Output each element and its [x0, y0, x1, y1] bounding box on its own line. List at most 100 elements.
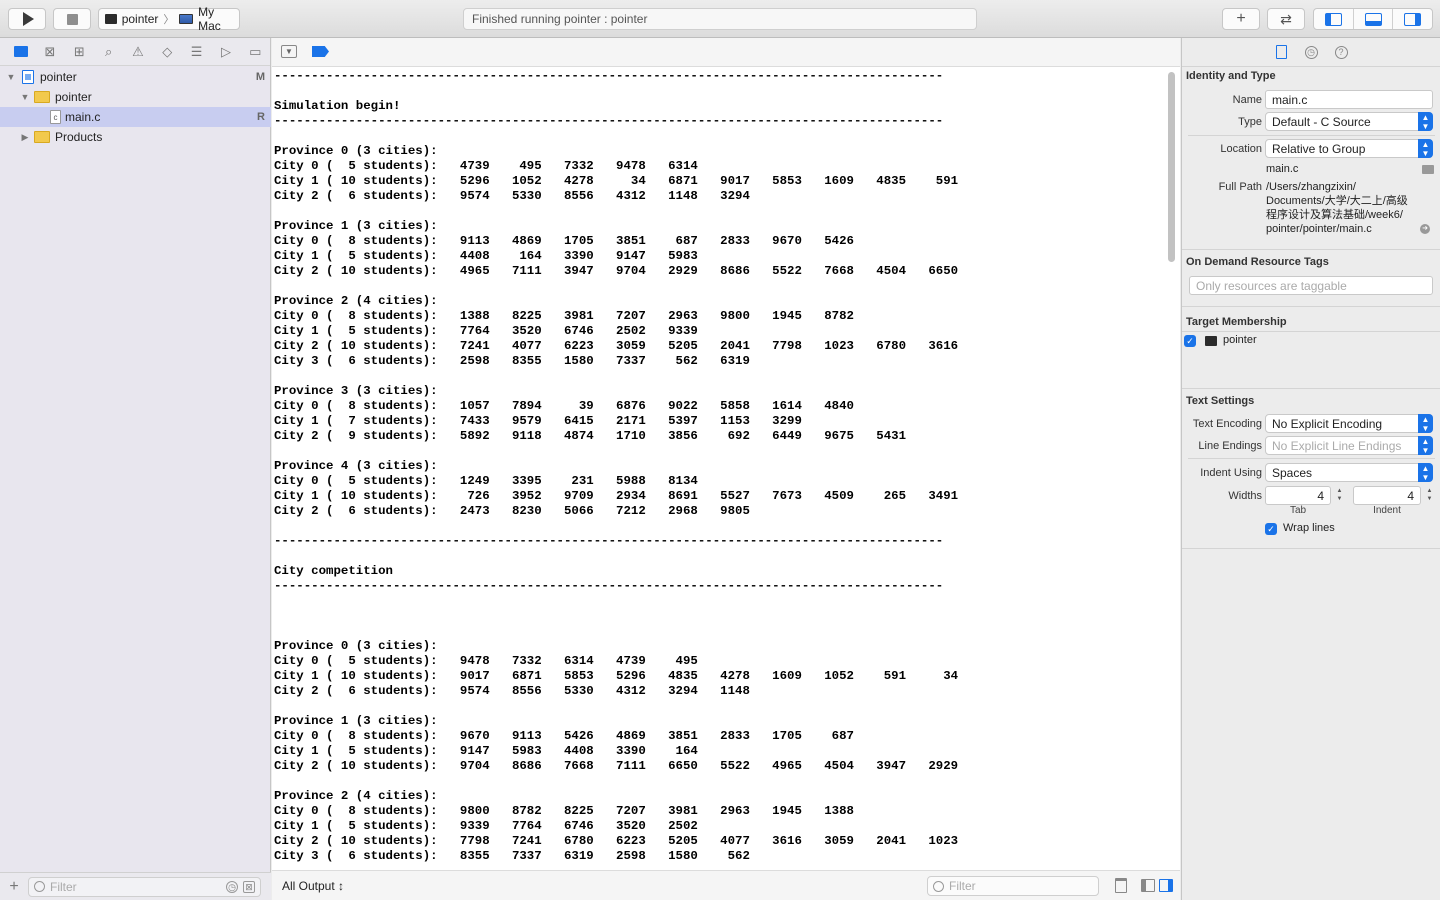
filter-placeholder: Filter — [949, 879, 976, 893]
console-header: ▼ — [272, 38, 1180, 67]
code-review-button[interactable]: ⇄ — [1267, 8, 1305, 30]
tab-breakpoints[interactable]: ▷ — [211, 38, 240, 66]
popup-arrows-icon: ▲ ▼ — [1418, 463, 1433, 482]
tab-width-stepper[interactable]: ▲ ▼ — [1335, 487, 1344, 504]
tree-item-label: pointer — [55, 90, 92, 104]
disclosure-open-icon[interactable]: ▼ — [20, 92, 30, 102]
tree-item-file[interactable]: c main.c R — [0, 107, 271, 127]
terminal-icon — [1205, 336, 1217, 346]
scroll-thumb[interactable] — [1168, 72, 1175, 262]
location-label: Location — [1220, 143, 1262, 155]
fullpath-line: Documents/大学/大二上/高级 — [1266, 195, 1408, 207]
folder-icon[interactable] — [1422, 165, 1434, 174]
console-line: City 1 ( 10 students): 5296 1052 4278 34… — [274, 174, 959, 188]
tab-debug[interactable]: ☰ — [182, 38, 211, 66]
toggle-navigator-button[interactable] — [1314, 9, 1354, 29]
tree-item-project[interactable]: ▼ pointer M — [0, 67, 271, 87]
console-line: City 0 ( 5 students): 4739 495 7332 9478… — [274, 159, 698, 173]
console-output[interactable]: ----------------------------------------… — [274, 68, 1164, 869]
target-checkbox[interactable]: ✓ — [1184, 335, 1196, 347]
indent-width-stepper[interactable]: ▲ ▼ — [1425, 487, 1434, 504]
divider — [1182, 249, 1440, 250]
console-line: City 1 ( 5 students): 4408 164 3390 9147… — [274, 249, 698, 263]
console-line: City 0 ( 8 students): 9670 9113 5426 486… — [274, 729, 854, 743]
activity-viewer: Finished running pointer : pointer — [463, 8, 977, 30]
tab-history-inspector[interactable]: ◷ — [1303, 44, 1319, 60]
fullpath-line: 程序设计及算法基础/week6/ — [1266, 209, 1403, 221]
tab-tests[interactable]: ◇ — [153, 38, 182, 66]
toggle-debug-area-button[interactable] — [1354, 9, 1394, 29]
tab-report[interactable]: ▭ — [241, 38, 270, 66]
console-line: City 2 ( 6 students): 9574 5330 8556 431… — [274, 189, 750, 203]
console-line: Province 1 (3 cities): — [274, 219, 438, 233]
tree-item-group[interactable]: ▼ pointer — [0, 87, 271, 107]
fullpath-value: /Users/zhangzixin/ Documents/大学/大二上/高级 程… — [1266, 180, 1408, 236]
plus-icon: + — [1236, 10, 1246, 27]
output-filter-select[interactable]: All Output ↕ — [282, 879, 344, 893]
navigator-filter-input[interactable]: Filter ◷ ⊠ — [28, 876, 261, 897]
tab-project[interactable] — [6, 38, 35, 66]
tree-item-products[interactable]: ▶ Products — [0, 127, 271, 147]
popup-arrows-icon: ▲ ▼ — [1418, 112, 1433, 131]
type-popup[interactable]: Default - C Source ▲ ▼ — [1265, 112, 1433, 131]
tab-symbols[interactable]: ⊞ — [65, 38, 94, 66]
line-endings-popup[interactable]: No Explicit Line Endings ▲ ▼ — [1265, 436, 1433, 455]
clock-icon: ◷ — [1304, 45, 1318, 59]
console-line: ----------------------------------------… — [274, 579, 944, 593]
indent-width-field[interactable]: 4 — [1353, 486, 1421, 505]
console-filter-input[interactable]: Filter — [927, 876, 1099, 896]
indent-using-label: Indent Using — [1200, 467, 1262, 479]
console-line: Province 0 (3 cities): — [274, 639, 438, 653]
tab-sublabel: Tab — [1289, 505, 1307, 516]
toggle-inspector-button[interactable] — [1393, 9, 1432, 29]
add-file-button[interactable]: + — [0, 878, 28, 896]
hide-debug-area-icon[interactable]: ▼ — [281, 45, 297, 58]
type-value: Default - C Source — [1272, 115, 1371, 129]
stop-button[interactable] — [53, 8, 91, 30]
play-icon — [23, 12, 34, 26]
tab-find[interactable]: ⌕ — [94, 38, 123, 66]
trash-icon[interactable] — [1115, 878, 1127, 893]
fullpath-line: pointer/pointer/main.c — [1266, 223, 1372, 235]
run-button[interactable] — [8, 8, 46, 30]
scm-filter-icon[interactable]: ⊠ — [243, 880, 255, 893]
console-line: City 0 ( 8 students): 1057 7894 39 6876 … — [274, 399, 854, 413]
odr-tags-field[interactable]: Only resources are taggable — [1189, 276, 1433, 295]
wrap-lines-checkbox[interactable]: ✓ — [1265, 523, 1277, 535]
navigator-tabs: ⊠ ⊞ ⌕ ⚠ ◇ ☰ ▷ ▭ — [0, 38, 270, 66]
tab-file-inspector[interactable] — [1273, 44, 1289, 60]
console-scrollbar[interactable] — [1168, 72, 1176, 868]
console-view-toggle-icon[interactable] — [1159, 879, 1173, 892]
library-add-button[interactable]: + — [1222, 8, 1260, 30]
fullpath-label: Full Path — [1218, 181, 1262, 193]
target-name: pointer — [1223, 334, 1257, 346]
indent-using-popup[interactable]: Spaces ▲ ▼ — [1265, 463, 1433, 482]
folder-icon — [34, 131, 50, 143]
chevron-right-icon: 〉 — [163, 14, 175, 26]
tab-quick-help[interactable]: ? — [1333, 44, 1349, 60]
scheme-selector[interactable]: pointer 〉 My Mac — [98, 5, 240, 33]
disclosure-closed-icon[interactable]: ▶ — [20, 132, 30, 143]
tab-width-field[interactable]: 4 — [1265, 486, 1331, 505]
breakpoints-toggle-icon[interactable] — [312, 46, 329, 57]
scm-status-badge: M — [255, 71, 265, 83]
recent-files-icon[interactable]: ◷ — [226, 880, 238, 893]
line-endings-value: No Explicit Line Endings — [1272, 439, 1402, 453]
mac-icon — [179, 14, 194, 24]
location-popup[interactable]: Relative to Group ▲ ▼ — [1265, 139, 1433, 158]
left-panel-icon — [1324, 12, 1342, 26]
reveal-in-finder-icon[interactable]: ➜ — [1420, 224, 1430, 234]
name-field[interactable]: main.c — [1265, 90, 1433, 109]
tab-issues[interactable]: ⚠ — [123, 38, 152, 66]
encoding-popup[interactable]: No Explicit Encoding ▲ ▼ — [1265, 414, 1433, 433]
tab-source-control[interactable]: ⊠ — [35, 38, 64, 66]
line-endings-label: Line Endings — [1198, 440, 1262, 452]
popup-arrows-icon: ▲ ▼ — [1418, 139, 1433, 158]
console-line: Province 3 (3 cities): — [274, 384, 438, 398]
variables-view-toggle-icon[interactable] — [1141, 879, 1155, 892]
filter-placeholder: Filter — [50, 879, 77, 894]
disclosure-open-icon[interactable]: ▼ — [6, 72, 16, 82]
